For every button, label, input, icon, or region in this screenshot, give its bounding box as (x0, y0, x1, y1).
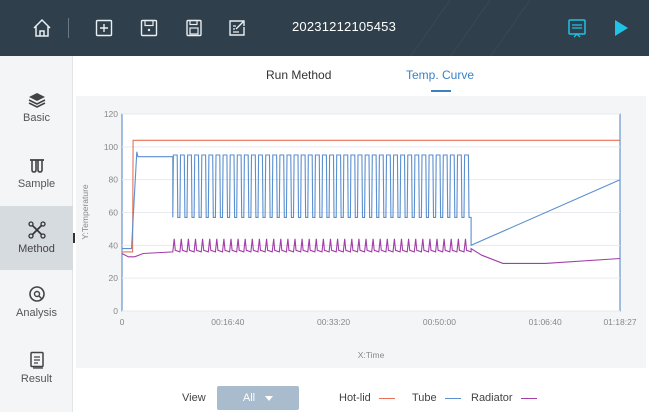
tubes-icon (29, 159, 44, 173)
legend-label: Radiator (471, 392, 513, 404)
view-select-value: All (242, 392, 256, 404)
toolbar-decoration (490, 0, 531, 56)
sidebar-item-result[interactable]: Result (0, 336, 73, 400)
x-tick-label: 00:50:00 (423, 317, 456, 327)
y-tick-label: 0 (113, 306, 118, 316)
sidebar-item-analysis[interactable]: Analysis (0, 270, 73, 334)
legend-swatch (444, 397, 461, 399)
y-tick-label: 80 (109, 175, 119, 185)
x-tick-label: 00:33:20 (317, 317, 350, 327)
run-button[interactable] (609, 16, 633, 40)
export-button[interactable] (225, 16, 249, 40)
run-id-title: 20231212105453 (292, 19, 397, 34)
monitor-button[interactable] (565, 16, 589, 40)
load-file-button[interactable] (137, 16, 161, 40)
chart-footer: View All Hot-lid Tube Radiator (74, 378, 649, 412)
x-tick-label: 01:18:27 (603, 317, 636, 327)
new-file-icon (95, 19, 113, 37)
temperature-chart-svg: 0 20 40 60 80 100 120 0 00:16:40 00:33:20 00:50:00… (80, 109, 637, 360)
y-tick-label: 100 (104, 142, 118, 152)
sidebar-item-basic[interactable]: Basic (0, 76, 73, 140)
sidebar-item-sample[interactable]: Sample (0, 142, 73, 206)
x-tick-label: 00:16:40 (211, 317, 244, 327)
result-icon (29, 351, 44, 369)
sidebar-item-label: Sample (17, 178, 56, 190)
view-select[interactable]: All (217, 386, 299, 410)
new-file-button[interactable] (92, 16, 116, 40)
y-tick-label: 20 (109, 273, 119, 283)
legend-label: Tube (412, 392, 437, 404)
legend-radiator: Radiator (471, 392, 537, 404)
export-icon (229, 20, 245, 36)
x-tick-label: 0 (120, 317, 125, 327)
toolbar-decoration (450, 0, 491, 56)
top-toolbar: 20231212105453 (0, 0, 649, 56)
play-icon (615, 20, 628, 36)
sidebar: Basic Sample Method Analysis Result (0, 56, 73, 412)
tab-run-method[interactable]: Run Method (266, 68, 331, 82)
toolbar-divider (68, 18, 69, 38)
save-icon (186, 19, 202, 37)
method-icon (27, 221, 46, 239)
sidebar-item-label: Analysis (16, 307, 57, 319)
toolbar-decoration (410, 0, 451, 56)
load-file-icon (140, 19, 158, 37)
home-icon (33, 18, 51, 37)
legend-swatch (520, 397, 537, 399)
tab-bar: Run Method Temp. Curve (74, 56, 649, 92)
y-tick-label: 120 (104, 109, 118, 119)
sidebar-item-method[interactable]: Method (0, 206, 73, 270)
temperature-chart: 0 20 40 60 80 100 120 0 00:16:40 00:33:20 00:50:00… (76, 96, 646, 368)
legend-tube: Tube (412, 392, 461, 404)
x-axis-label: X:Time (358, 350, 385, 360)
view-label: View (182, 392, 206, 404)
legend-label: Hot-lid (339, 392, 371, 404)
save-button[interactable] (182, 16, 206, 40)
sidebar-item-label: Basic (23, 112, 50, 124)
active-tab-indicator (431, 90, 451, 92)
home-button[interactable] (30, 16, 54, 40)
legend-swatch (378, 397, 395, 399)
layers-icon (28, 93, 45, 108)
tab-temp-curve[interactable]: Temp. Curve (406, 68, 474, 82)
y-tick-label: 40 (109, 240, 119, 250)
y-axis-label: Y:Temperature (80, 184, 90, 240)
legend-hot-lid: Hot-lid (339, 392, 395, 404)
x-tick-label: 01:06:40 (529, 317, 562, 327)
sidebar-item-label: Result (20, 373, 53, 385)
analysis-icon (28, 286, 45, 302)
sidebar-item-label: Method (18, 243, 55, 255)
active-nav-indicator (73, 233, 75, 243)
monitor-icon (568, 19, 586, 38)
chevron-down-icon (265, 395, 274, 401)
y-tick-label: 60 (109, 208, 119, 218)
